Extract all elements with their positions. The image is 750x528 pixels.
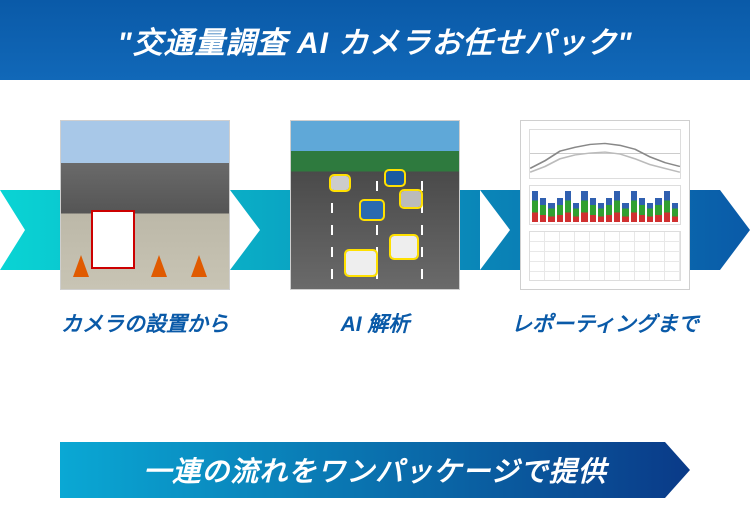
step-reporting: レポーティングまで bbox=[505, 120, 705, 338]
step-ai-analysis: AI 解析 bbox=[275, 120, 475, 338]
page-title: "交通量調査 AI カメラお任せパック" bbox=[117, 18, 632, 62]
steps-row: カメラの設置から AI 解析 bbox=[0, 120, 750, 338]
title-bar: "交通量調査 AI カメラお任せパック" bbox=[0, 0, 750, 80]
camera-install-photo bbox=[60, 120, 230, 290]
tagline-text: 一連の流れをワンパッケージで提供 bbox=[143, 450, 606, 490]
process-flow: カメラの設置から AI 解析 bbox=[0, 120, 750, 420]
step-label: レポーティングまで bbox=[511, 308, 699, 338]
step-label: AI 解析 bbox=[341, 308, 410, 338]
tagline-bar: 一連の流れをワンパッケージで提供 bbox=[60, 442, 690, 498]
step-label: カメラの設置から bbox=[61, 308, 229, 338]
report-dashboard-photo bbox=[520, 120, 690, 290]
ai-analysis-photo bbox=[290, 120, 460, 290]
step-camera-install: カメラの設置から bbox=[45, 120, 245, 338]
